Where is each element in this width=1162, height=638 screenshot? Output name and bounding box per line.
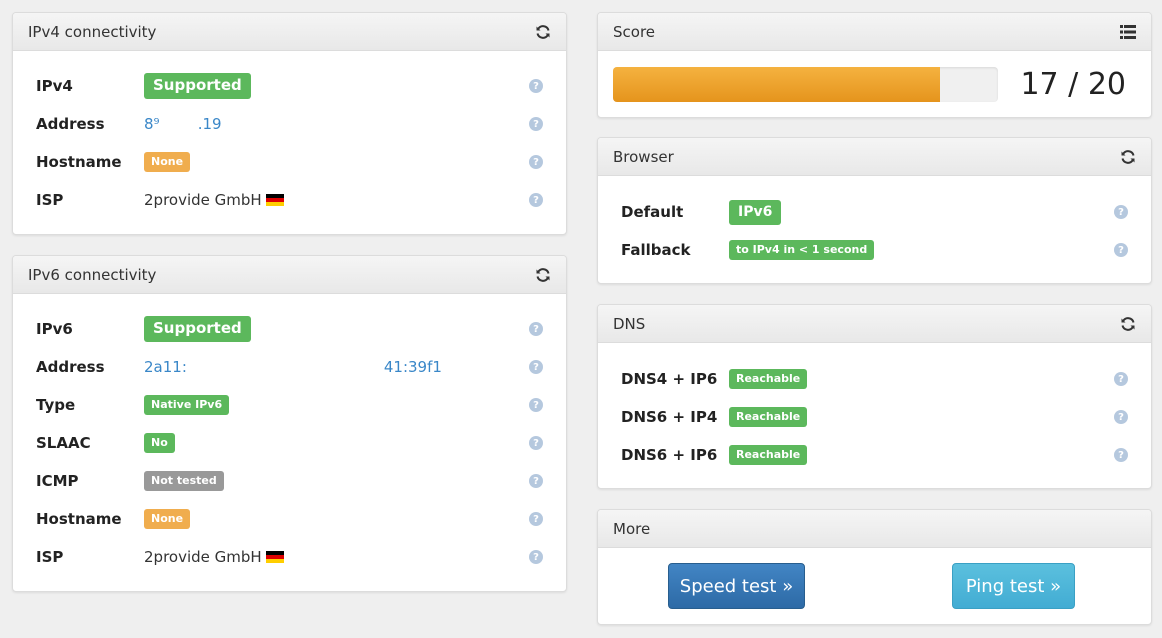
refresh-icon[interactable] — [1119, 148, 1137, 166]
help-icon[interactable]: ? — [529, 436, 543, 450]
ipv6-row-isp: ISP 2provide GmbH ? — [13, 538, 566, 576]
isp-name: 2provide GmbH — [144, 191, 262, 209]
score-panel: Score 17 / 20 — [597, 12, 1152, 118]
browser-panel-header: Browser — [598, 138, 1151, 176]
row-label: ISP — [36, 548, 64, 566]
row-label: Type — [36, 396, 76, 414]
help-icon[interactable]: ? — [1114, 243, 1128, 257]
supported-badge: Supported — [144, 73, 251, 99]
help-icon[interactable]: ? — [529, 193, 543, 207]
type-badge: Native IPv6 — [144, 395, 230, 415]
ipv4-row-address: Address 8⁹ .19 ? — [13, 105, 566, 143]
help-icon[interactable]: ? — [1114, 205, 1128, 219]
refresh-icon[interactable] — [534, 266, 552, 284]
more-panel-title: More — [613, 519, 651, 538]
row-label: Default — [621, 203, 684, 221]
help-icon[interactable]: ? — [529, 550, 543, 564]
dns-panel: DNS DNS4 + IP6 Reachable ? DNS6 + IP4 Re… — [597, 304, 1152, 489]
help-icon[interactable]: ? — [1114, 372, 1128, 386]
row-label: ISP — [36, 191, 64, 209]
ipv4-address-link[interactable]: 8⁹ .19 — [144, 115, 222, 133]
row-label: DNS6 + IP4 — [621, 408, 718, 426]
supported-badge: Supported — [144, 316, 251, 342]
row-label: ICMP — [36, 472, 79, 490]
ipv6-row-type: Type Native IPv6 ? — [13, 386, 566, 424]
help-icon[interactable]: ? — [529, 474, 543, 488]
ipv6-row-hostname: Hostname None ? — [13, 500, 566, 538]
reachable-badge: Reachable — [729, 445, 808, 465]
icmp-badge: Not tested — [144, 471, 224, 491]
ipv4-row-isp: ISP 2provide GmbH ? — [13, 181, 566, 219]
row-label: IPv6 — [36, 320, 73, 338]
browser-panel-title: Browser — [613, 147, 674, 166]
score-panel-title: Score — [613, 22, 656, 41]
dns-panel-header: DNS — [598, 305, 1151, 343]
flag-de-icon — [265, 194, 284, 206]
dns-panel-title: DNS — [613, 314, 646, 333]
ipv4-panel-title: IPv4 connectivity — [28, 22, 157, 41]
row-label: SLAAC — [36, 434, 91, 452]
row-label: Address — [36, 358, 105, 376]
row-label: Address — [36, 115, 105, 133]
speed-test-button[interactable]: Speed test » — [668, 563, 805, 609]
hostname-badge: None — [144, 509, 191, 529]
flag-de-icon — [265, 551, 284, 563]
browser-row-fallback: Fallback to IPv4 in < 1 second ? — [598, 231, 1151, 269]
help-icon[interactable]: ? — [1114, 410, 1128, 424]
ping-test-button[interactable]: Ping test » — [952, 563, 1075, 609]
refresh-icon[interactable] — [1119, 315, 1137, 333]
ipv6-panel-title: IPv6 connectivity — [28, 265, 157, 284]
list-icon[interactable] — [1119, 23, 1137, 41]
refresh-icon[interactable] — [534, 23, 552, 41]
browser-row-default: Default IPv6 ? — [598, 193, 1151, 231]
row-label: IPv4 — [36, 77, 73, 95]
row-label: Hostname — [36, 153, 122, 171]
row-label: Fallback — [621, 241, 691, 259]
hostname-badge: None — [144, 152, 191, 172]
score-value: 17 / 20 — [1020, 67, 1126, 102]
ipv6-panel: IPv6 connectivity IPv6 Supported ? Addre… — [12, 255, 567, 592]
isp-name: 2provide GmbH — [144, 548, 262, 566]
more-panel-header: More — [598, 510, 1151, 548]
ipv6-row-icmp: ICMP Not tested ? — [13, 462, 566, 500]
help-icon[interactable]: ? — [529, 512, 543, 526]
more-panel: More Speed test » Ping test » — [597, 509, 1152, 625]
fallback-badge: to IPv4 in < 1 second — [729, 240, 875, 260]
browser-panel: Browser Default IPv6 ? Fallback to IPv4 … — [597, 137, 1152, 284]
row-label: DNS4 + IP6 — [621, 370, 718, 388]
reachable-badge: Reachable — [729, 369, 808, 389]
ipv6-row-address: Address 2a11: 41:39f1 ? — [13, 348, 566, 386]
row-label: Hostname — [36, 510, 122, 528]
ipv6-row-slaac: SLAAC No ? — [13, 424, 566, 462]
help-icon[interactable]: ? — [1114, 448, 1128, 462]
dns-row-dns6-ip4: DNS6 + IP4 Reachable ? — [598, 398, 1151, 436]
row-label: DNS6 + IP6 — [621, 446, 718, 464]
dns-row-dns6-ip6: DNS6 + IP6 Reachable ? — [598, 436, 1151, 474]
ipv6-panel-header: IPv6 connectivity — [13, 256, 566, 294]
ipv4-panel: IPv4 connectivity IPv4 Supported ? Addre… — [12, 12, 567, 235]
ipv4-row-ipv4: IPv4 Supported ? — [13, 67, 566, 105]
help-icon[interactable]: ? — [529, 322, 543, 336]
default-protocol-badge: IPv6 — [729, 199, 782, 225]
ipv6-row-ipv6: IPv6 Supported ? — [13, 310, 566, 348]
dns-row-dns4-ip6: DNS4 + IP6 Reachable ? — [598, 360, 1151, 398]
ipv4-row-hostname: Hostname None ? — [13, 143, 566, 181]
help-icon[interactable]: ? — [529, 155, 543, 169]
score-progress-bar — [613, 67, 998, 102]
slaac-badge: No — [144, 433, 175, 453]
score-progress-fill — [613, 67, 941, 102]
help-icon[interactable]: ? — [529, 117, 543, 131]
score-panel-header: Score — [598, 13, 1151, 51]
help-icon[interactable]: ? — [529, 360, 543, 374]
ipv4-panel-header: IPv4 connectivity — [13, 13, 566, 51]
help-icon[interactable]: ? — [529, 79, 543, 93]
help-icon[interactable]: ? — [529, 398, 543, 412]
reachable-badge: Reachable — [729, 407, 808, 427]
ipv6-address-link[interactable]: 2a11: 41:39f1 — [144, 358, 442, 376]
